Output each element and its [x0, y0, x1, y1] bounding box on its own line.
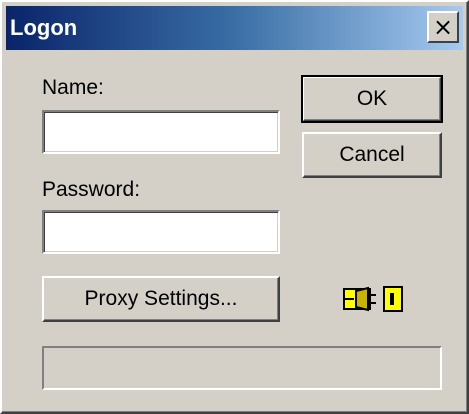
cancel-button[interactable]: Cancel	[302, 132, 442, 178]
password-input[interactable]	[42, 210, 280, 254]
proxy-settings-button-label: Proxy Settings...	[84, 287, 238, 310]
close-icon: ×	[432, 13, 454, 41]
ok-button[interactable]: OK	[301, 75, 443, 123]
name-label: Name:	[42, 76, 104, 99]
close-button[interactable]: ×	[427, 11, 459, 43]
window-title: Logon	[10, 15, 78, 40]
status-field	[42, 346, 442, 390]
name-input[interactable]	[42, 110, 280, 154]
cancel-button-label: Cancel	[339, 143, 405, 166]
password-label: Password:	[42, 178, 141, 201]
title-bar[interactable]: Logon ×	[6, 6, 463, 50]
logon-dialog: Logon × Name: Password: OK Cancel Proxy …	[0, 0, 469, 414]
plug-icon	[343, 286, 403, 312]
ok-button-label: OK	[356, 87, 388, 110]
proxy-settings-button[interactable]: Proxy Settings...	[42, 276, 280, 322]
